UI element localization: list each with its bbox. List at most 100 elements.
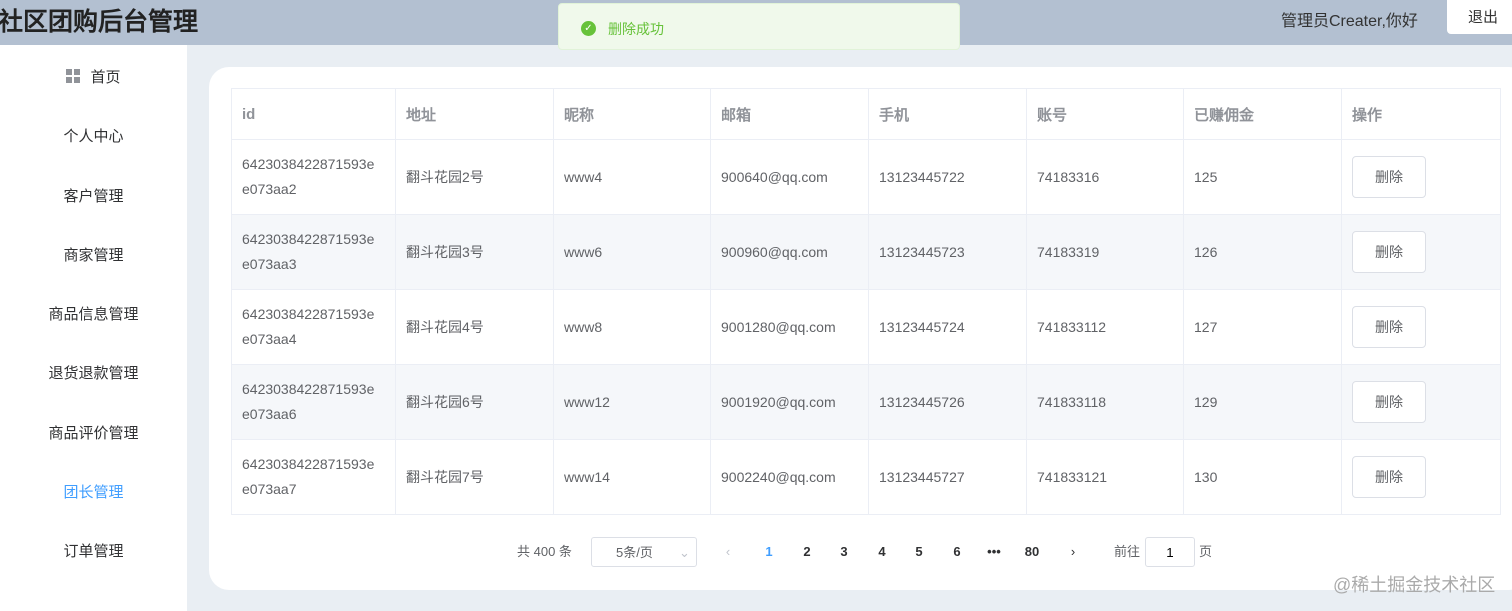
page-5[interactable]: 5	[904, 537, 934, 567]
table-row: 6423038422871593e e073aa6 翻斗花园6号 www12 90…	[231, 364, 1501, 440]
cell-phone: 13123445726	[868, 364, 1027, 440]
more-pages[interactable]: •••	[979, 537, 1009, 567]
column-header: 账号	[1026, 88, 1184, 140]
cell-action: 删除	[1341, 214, 1501, 290]
column-header: 已赚佣金	[1183, 88, 1342, 140]
cell-phone: 13123445727	[868, 439, 1027, 515]
cell-nickname: www6	[553, 214, 711, 290]
cell-phone: 13123445723	[868, 214, 1027, 290]
cell-email: 900640@qq.com	[710, 139, 869, 215]
cell-commission: 126	[1183, 214, 1342, 290]
sidebar-item-refunds[interactable]: 退货退款管理	[0, 362, 187, 383]
logout-button[interactable]: 退出	[1447, 0, 1512, 34]
cell-nickname: www8	[553, 289, 711, 365]
cell-id: 6423038422871593e e073aa6	[231, 364, 396, 440]
cell-address: 翻斗花园4号	[395, 289, 554, 365]
cell-commission: 127	[1183, 289, 1342, 365]
next-page-button[interactable]: ›	[1058, 537, 1088, 567]
user-greeting: 管理员Creater,你好	[1281, 13, 1418, 30]
page-4[interactable]: 4	[867, 537, 897, 567]
page-6[interactable]: 6	[942, 537, 972, 567]
toast-message: 删除成功	[608, 21, 664, 37]
cell-commission: 129	[1183, 364, 1342, 440]
sidebar-item-customers[interactable]: 客户管理	[0, 185, 187, 206]
cell-address: 翻斗花园3号	[395, 214, 554, 290]
id-line: e073aa4	[242, 331, 297, 347]
page-1[interactable]: 1	[754, 537, 784, 567]
page-80[interactable]: 80	[1017, 537, 1047, 567]
cell-id: 6423038422871593e e073aa7	[231, 439, 396, 515]
cell-address: 翻斗花园6号	[395, 364, 554, 440]
sidebar-item-home[interactable]: 首页	[0, 66, 187, 87]
cell-commission: 125	[1183, 139, 1342, 215]
leaders-table: id 地址 昵称 邮箱 手机 账号 已赚佣金 操作 64230384228715…	[231, 88, 1501, 515]
page-3[interactable]: 3	[829, 537, 859, 567]
id-line: 6423038422871593e	[242, 156, 375, 172]
sidebar-item-leaders[interactable]: 团长管理	[0, 481, 187, 502]
sidebar: 首页 个人中心 客户管理 商家管理 商品信息管理 退货退款管理 商品评价管理 团…	[0, 45, 187, 611]
watermark: @稀土掘金技术社区	[1333, 575, 1496, 595]
prev-page-button[interactable]: ‹	[713, 537, 743, 567]
grid-icon	[66, 69, 81, 83]
success-toast: ✓ 删除成功	[558, 3, 960, 50]
cell-nickname: www4	[553, 139, 711, 215]
cell-commission: 130	[1183, 439, 1342, 515]
cell-email: 900960@qq.com	[710, 214, 869, 290]
delete-button[interactable]: 删除	[1352, 156, 1426, 198]
cell-account: 741833112	[1026, 289, 1184, 365]
table-row: 6423038422871593e e073aa7 翻斗花园7号 www14 90…	[231, 439, 1501, 515]
cell-id: 6423038422871593e e073aa2	[231, 139, 396, 215]
cell-action: 删除	[1341, 364, 1501, 440]
cell-account: 741833118	[1026, 364, 1184, 440]
delete-button[interactable]: 删除	[1352, 381, 1426, 423]
sidebar-item-label: 首页	[90, 69, 121, 86]
page-suffix: 页	[1199, 544, 1213, 559]
page-size-select[interactable]: 5条/页 ⌄	[591, 537, 697, 567]
id-line: e073aa7	[242, 481, 297, 497]
sidebar-item-profile[interactable]: 个人中心	[0, 125, 187, 146]
cell-nickname: www14	[553, 439, 711, 515]
column-header: 手机	[868, 88, 1027, 140]
chevron-down-icon: ⌄	[679, 545, 690, 560]
table-row: 6423038422871593e e073aa3 翻斗花园3号 www6 900…	[231, 214, 1501, 290]
table-row: 6423038422871593e e073aa4 翻斗花园4号 www8 900…	[231, 289, 1501, 365]
cell-email: 9001920@qq.com	[710, 364, 869, 440]
cell-address: 翻斗花园2号	[395, 139, 554, 215]
column-header: id	[231, 88, 396, 140]
cell-id: 6423038422871593e e073aa4	[231, 289, 396, 365]
delete-button[interactable]: 删除	[1352, 456, 1426, 498]
delete-button[interactable]: 删除	[1352, 231, 1426, 273]
delete-button[interactable]: 删除	[1352, 306, 1426, 348]
cell-id: 6423038422871593e e073aa3	[231, 214, 396, 290]
cell-address: 翻斗花园7号	[395, 439, 554, 515]
sidebar-item-orders[interactable]: 订单管理	[0, 540, 187, 561]
id-line: e073aa6	[242, 406, 297, 422]
goto-label: 前往	[1114, 544, 1141, 559]
sidebar-item-merchants[interactable]: 商家管理	[0, 244, 187, 265]
cell-account: 74183316	[1026, 139, 1184, 215]
check-circle-icon: ✓	[581, 21, 596, 36]
sidebar-item-products[interactable]: 商品信息管理	[0, 303, 187, 324]
cell-action: 删除	[1341, 439, 1501, 515]
cell-email: 9002240@qq.com	[710, 439, 869, 515]
cell-phone: 13123445724	[868, 289, 1027, 365]
id-line: 6423038422871593e	[242, 231, 375, 247]
table-header: id 地址 昵称 邮箱 手机 账号 已赚佣金 操作	[231, 88, 1501, 140]
page-2[interactable]: 2	[792, 537, 822, 567]
id-line: e073aa2	[242, 181, 297, 197]
column-header: 昵称	[553, 88, 711, 140]
id-line: 6423038422871593e	[242, 456, 375, 472]
cell-action: 删除	[1341, 289, 1501, 365]
id-line: 6423038422871593e	[242, 306, 375, 322]
column-header: 地址	[395, 88, 554, 140]
id-line: 6423038422871593e	[242, 381, 375, 397]
id-line: e073aa3	[242, 256, 297, 272]
cell-nickname: www12	[553, 364, 711, 440]
sidebar-item-reviews[interactable]: 商品评价管理	[0, 422, 187, 443]
cell-account: 741833121	[1026, 439, 1184, 515]
cell-phone: 13123445722	[868, 139, 1027, 215]
page-size-value: 5条/页	[616, 545, 653, 560]
table-row: 6423038422871593e e073aa2 翻斗花园2号 www4 900…	[231, 139, 1501, 215]
column-header: 操作	[1341, 88, 1501, 140]
goto-page-input[interactable]	[1145, 537, 1195, 567]
